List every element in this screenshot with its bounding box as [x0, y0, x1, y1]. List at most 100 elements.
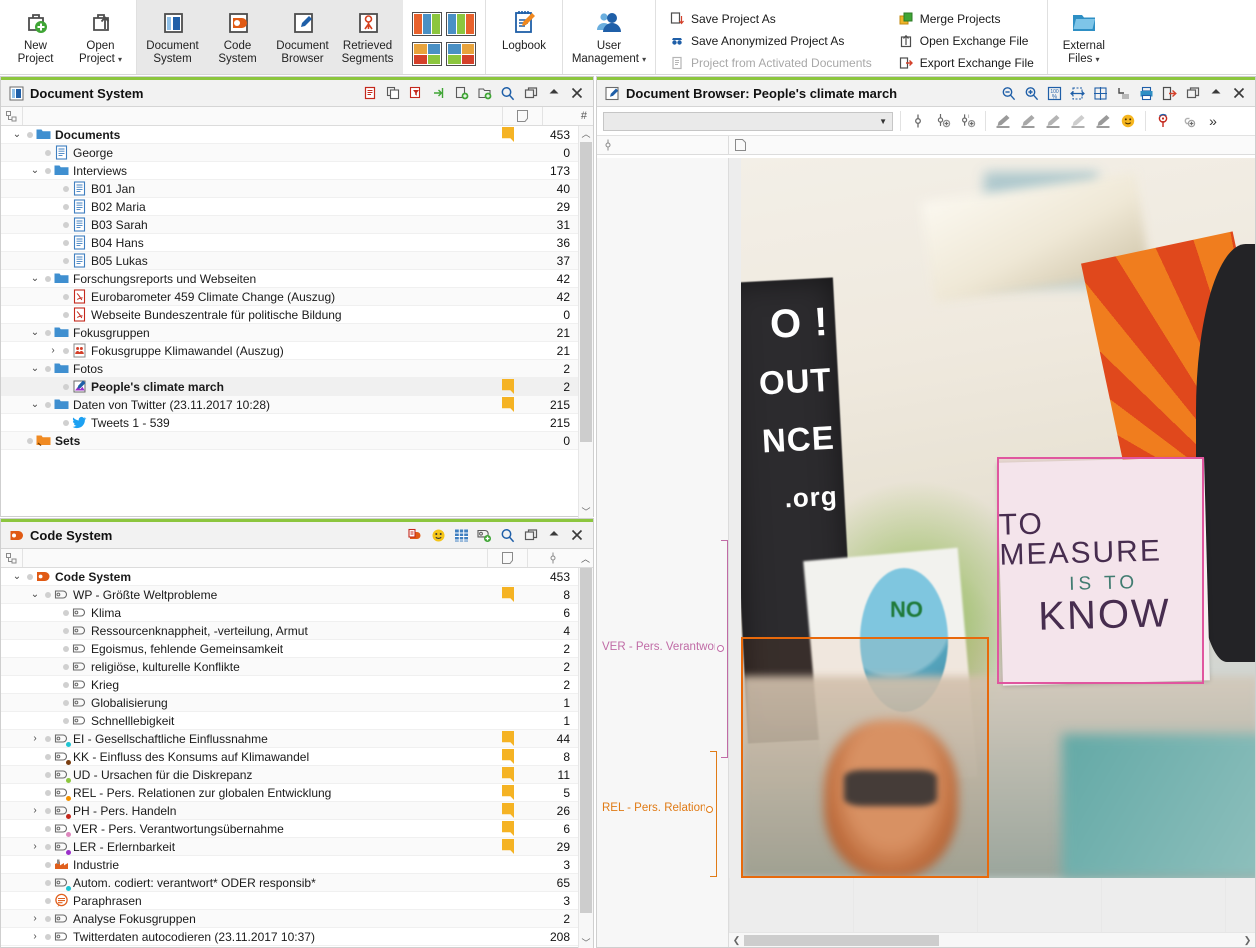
memo-cell[interactable] [488, 379, 528, 394]
collapse-icon[interactable] [545, 85, 562, 102]
activation-dot[interactable] [61, 681, 71, 688]
tree-row[interactable]: Globalisierung 1 [1, 694, 593, 712]
tree-row[interactable]: Egoismus, fehlende Gemeinsamkeit 2 [1, 640, 593, 658]
open-project-button[interactable]: Open Project ▾ [68, 4, 133, 72]
document-pane-hscrollbar[interactable]: ❮ ❯ [729, 932, 1255, 947]
activation-dot[interactable] [43, 149, 53, 156]
tree-row[interactable]: › Twitterdaten autocodieren (23.11.2017 1… [1, 928, 593, 946]
activation-dot[interactable] [25, 437, 35, 444]
layout-2-icon[interactable] [446, 12, 476, 36]
activation-dot[interactable] [43, 789, 53, 796]
logbook-button[interactable]: Logbook [489, 4, 559, 72]
activation-dot[interactable] [43, 753, 53, 760]
tree-row[interactable]: ⌄ Interviews 173 [1, 162, 593, 180]
emoticode-icon[interactable] [1118, 111, 1138, 131]
code-system-button[interactable]: Code System [205, 4, 270, 72]
hscroll-thumb[interactable] [744, 934, 939, 946]
import-icon[interactable] [430, 85, 447, 102]
tree-row[interactable]: B01 Jan 40 [1, 180, 593, 198]
activation-dot[interactable] [43, 843, 53, 850]
memo-cell[interactable] [488, 767, 528, 782]
activation-dot[interactable] [61, 699, 71, 706]
highlight-green-icon[interactable] [1043, 111, 1063, 131]
creative-coding-icon[interactable] [453, 527, 470, 544]
tree-row[interactable]: UD - Ursachen für die Diskrepanz 11 [1, 766, 593, 784]
tree-toggle-column-icon[interactable] [1, 107, 23, 125]
memo-column-icon[interactable] [488, 549, 528, 567]
emoticode-icon[interactable] [430, 527, 447, 544]
tree-twisty[interactable]: ⌄ [27, 589, 43, 600]
paste-memo-icon[interactable] [361, 85, 378, 102]
activation-dot[interactable] [61, 311, 71, 318]
vscroll-thumb[interactable] [580, 568, 592, 913]
zoom-100-icon[interactable]: 100% [1046, 85, 1063, 102]
tree-twisty[interactable]: › [27, 913, 43, 924]
activation-dot[interactable] [61, 347, 71, 354]
scroll-left-arrow-icon[interactable]: ❮ [729, 935, 744, 946]
activation-dot[interactable] [43, 771, 53, 778]
tree-row[interactable]: ⌄ WP - Größte Weltprobleme 8 [1, 586, 593, 604]
restore-icon[interactable] [522, 85, 539, 102]
tree-row[interactable]: › EI - Gesellschaftliche Einflussnahme 44 [1, 730, 593, 748]
memo-pin-icon[interactable] [1153, 111, 1173, 131]
tree-twisty[interactable]: › [27, 841, 43, 852]
document-image-pane[interactable]: O ! OUT NCE .org NO TO MEASURE IS TO KNO… [729, 158, 1255, 947]
code-marker-icon[interactable] [908, 111, 928, 131]
close-icon[interactable] [1230, 85, 1247, 102]
tree-twisty[interactable]: › [27, 733, 43, 744]
tree-row[interactable]: VER - Pers. Verantwortungsübernahme 6 [1, 820, 593, 838]
tree-row[interactable]: Webseite Bundeszentrale für politische B… [1, 306, 593, 324]
filter-icon[interactable] [407, 85, 424, 102]
code-system-tree[interactable]: ⌄ Code System 453 ⌄ WP - Größte Weltprobleme… [1, 568, 593, 948]
tree-twisty[interactable]: › [45, 345, 61, 356]
more-icon[interactable]: » [1203, 111, 1223, 131]
layout-1-icon[interactable] [412, 12, 442, 36]
layout-4-icon[interactable] [446, 42, 476, 66]
tree-row[interactable]: REL - Pers. Relationen zur globalen Entw… [1, 784, 593, 802]
tree-row[interactable]: Ressourcenknappheit, -verteilung, Armut 4 [1, 622, 593, 640]
save-anonymized-project-as-button[interactable]: Save Anonymized Project As [665, 30, 876, 52]
tree-twisty[interactable]: ⌄ [27, 327, 43, 338]
activation-dot[interactable] [43, 915, 53, 922]
tree-toggle-column-icon[interactable] [1, 549, 23, 567]
tree-twisty[interactable]: ⌄ [9, 129, 25, 140]
tree-row[interactable]: Industrie 3 [1, 856, 593, 874]
code-memo-icon[interactable] [407, 527, 424, 544]
tree-twisty[interactable]: › [27, 805, 43, 816]
memo-cell[interactable] [488, 821, 528, 836]
scroll-right-arrow-icon[interactable]: ❯ [1240, 935, 1255, 946]
tree-row[interactable]: B02 Maria 29 [1, 198, 593, 216]
user-management-button[interactable]: User Management ▾ [566, 4, 652, 72]
code-inline-add-icon[interactable]: i [958, 111, 978, 131]
tree-row[interactable]: religiöse, kulturelle Konflikte 2 [1, 658, 593, 676]
zoom-in-icon[interactable] [1023, 85, 1040, 102]
code-selection-combo[interactable]: ▼ [603, 111, 893, 131]
tree-row[interactable]: Tweets 1 - 539 215 [1, 414, 593, 432]
tree-row[interactable]: ⌄ Code System 453 [1, 568, 593, 586]
memo-cell[interactable] [488, 127, 528, 142]
activation-dot[interactable] [61, 419, 71, 426]
memo-cell[interactable] [488, 587, 528, 602]
activation-dot[interactable] [43, 329, 53, 336]
activation-dot[interactable] [25, 573, 35, 580]
tree-vscrollbar[interactable]: ︿﹀ [578, 568, 593, 948]
tree-twisty[interactable]: ⌄ [9, 571, 25, 582]
highlight-red-icon[interactable] [993, 111, 1013, 131]
activation-dot[interactable] [43, 825, 53, 832]
print-icon[interactable] [1138, 85, 1155, 102]
tree-row[interactable]: Krieg 2 [1, 676, 593, 694]
activation-dot[interactable] [61, 203, 71, 210]
activation-dot[interactable] [43, 275, 53, 282]
code-strip-knob[interactable] [706, 806, 713, 813]
activation-dot[interactable] [61, 221, 71, 228]
tree-row[interactable]: People's climate march 2 [1, 378, 593, 396]
restore-icon[interactable] [522, 527, 539, 544]
close-icon[interactable] [568, 527, 585, 544]
activation-dot[interactable] [61, 717, 71, 724]
restore-icon[interactable] [1184, 85, 1201, 102]
open-exchange-file-button[interactable]: Open Exchange File [894, 30, 1038, 52]
document-system-tree[interactable]: ⌄ Documents 453 George 0 ⌄ Interviews 173 B01 Ja… [1, 126, 593, 519]
activation-dot[interactable] [61, 383, 71, 390]
memo-cell[interactable] [488, 749, 528, 764]
project-from-activated-documents-button[interactable]: Project from Activated Documents [665, 52, 876, 74]
